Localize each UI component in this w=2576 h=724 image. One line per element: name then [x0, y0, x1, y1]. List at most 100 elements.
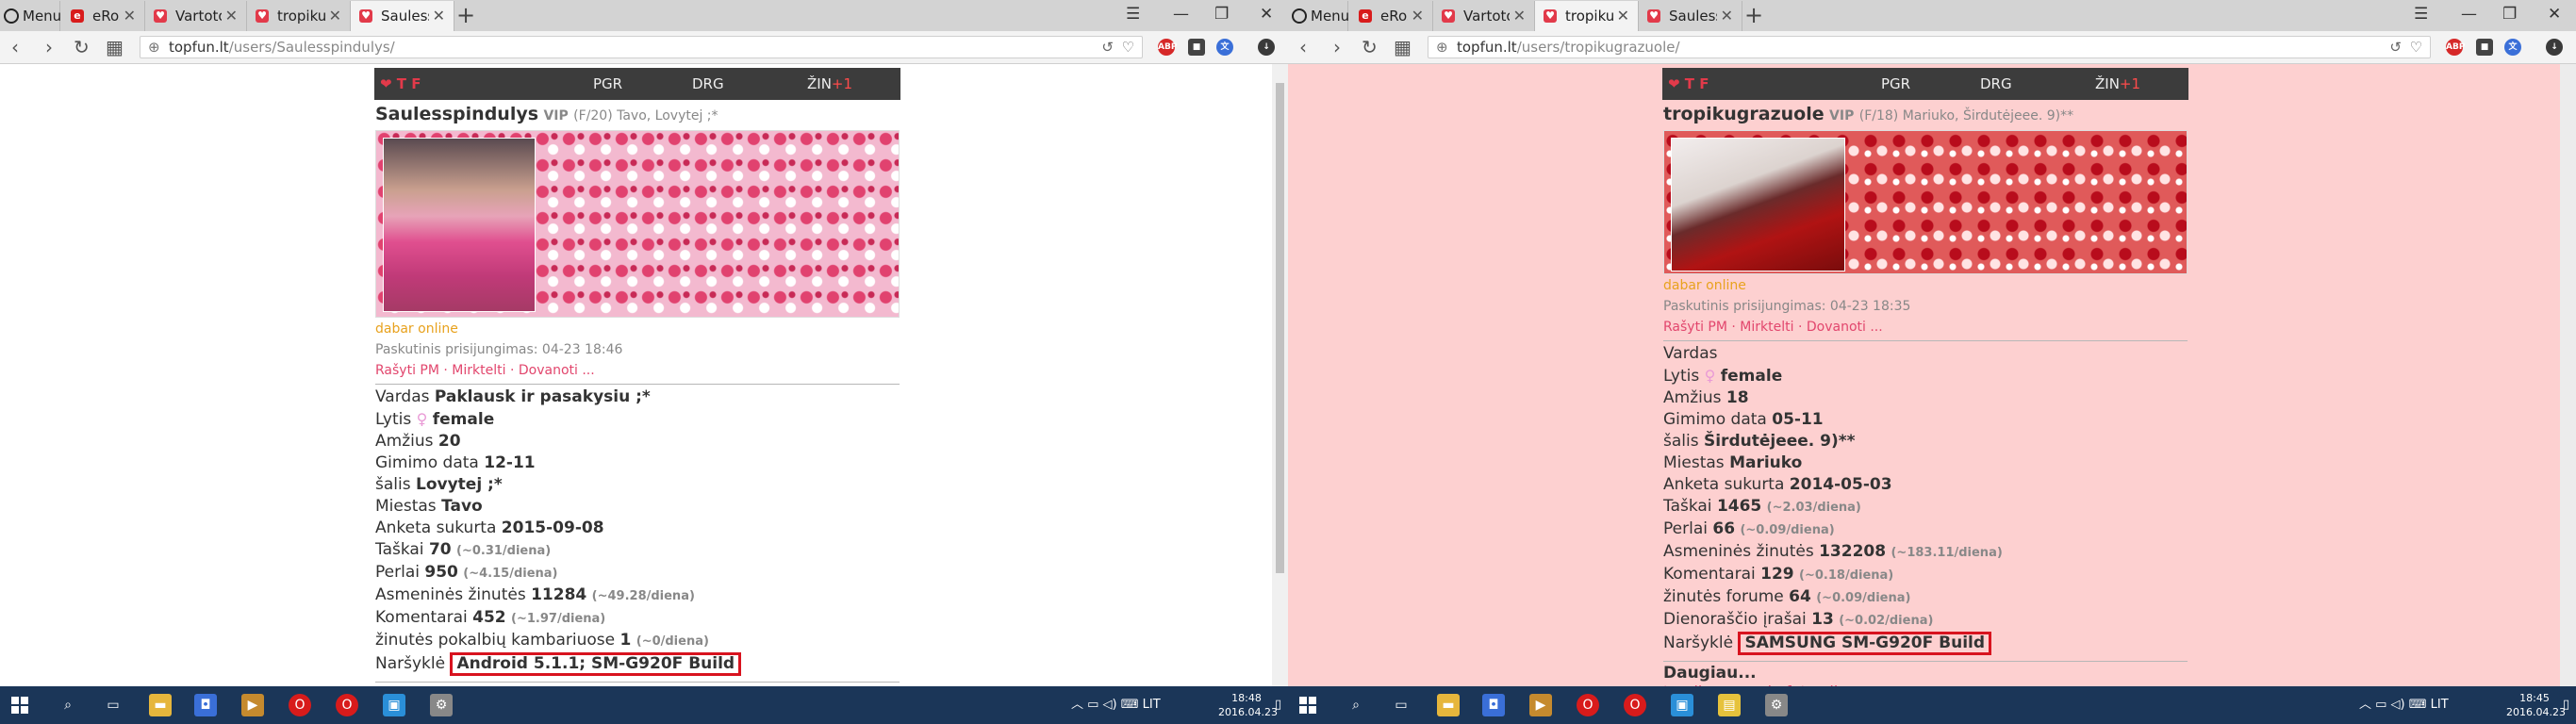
windows-start-icon[interactable] — [11, 697, 28, 714]
app-icon[interactable]: ▣ — [383, 694, 405, 716]
tab-close-icon[interactable]: ✕ — [124, 1, 136, 31]
taskbar-clock[interactable]: 18:45 2016.04.23 — [2506, 691, 2566, 719]
close-window-icon[interactable]: ✕ — [2548, 0, 2561, 28]
url-field[interactable]: ⊕ topfun.lt/users/Saulesspindulys/ ↺ ♡ — [140, 36, 1143, 58]
maximize-icon[interactable]: ❐ — [1214, 0, 1229, 28]
send-pm-link[interactable]: Rašyti PM — [1663, 320, 1727, 335]
page-reload-icon[interactable]: ↺ — [1101, 37, 1114, 58]
minimize-icon[interactable]: — — [1173, 0, 1189, 28]
bookmark-heart-icon[interactable]: ♡ — [1122, 37, 1134, 58]
more-link[interactable]: Daugiau... — [1663, 664, 2188, 683]
url-field[interactable]: ⊕ topfun.lt/users/tropikugrazuole/ ↺ ♡ — [1428, 36, 2431, 58]
profile-avatar[interactable] — [383, 138, 536, 312]
app-icon[interactable]: ▣ — [1671, 694, 1693, 716]
search-icon[interactable]: ⌕ — [57, 694, 79, 716]
opera-menu-button[interactable]: Menu — [1288, 1, 1349, 31]
browser-tab[interactable]: ♥ Vartotojai | Topfun Mobile✕ — [145, 1, 247, 31]
topfun-logo-icon[interactable]: ❤ T F — [1668, 68, 1709, 100]
tab-close-icon[interactable]: ✕ — [1412, 1, 1424, 31]
nav-pgr[interactable]: PGR — [593, 68, 622, 100]
page-scrollbar[interactable] — [2560, 64, 2576, 686]
new-tab-button[interactable]: + — [1744, 1, 1763, 29]
input-language[interactable]: LIT — [2431, 698, 2449, 712]
file-explorer-icon[interactable]: ▬ — [1437, 694, 1460, 716]
task-view-icon[interactable]: ▭ — [1390, 694, 1412, 716]
opera-taskbar-icon-2[interactable]: O — [336, 694, 358, 716]
nav-zin[interactable]: ŽIN+1 — [2095, 68, 2140, 100]
browser-tab[interactable]: ♥ Saulesspindulys profilis | T✕ — [351, 1, 454, 31]
reload-icon[interactable]: ↻ — [74, 31, 90, 63]
scrollbar-thumb[interactable] — [1276, 83, 1284, 573]
gift-link[interactable]: Dovanoti ... — [519, 363, 595, 378]
opera-taskbar-icon[interactable]: O — [1577, 694, 1599, 716]
tab-label: Saulesspindulys profilis | T — [1669, 8, 1717, 25]
back-icon[interactable]: ‹ — [1299, 31, 1307, 63]
topfun-logo-icon[interactable]: ❤ T F — [380, 68, 421, 100]
profile-avatar[interactable] — [1671, 138, 1845, 272]
opera-menu-button[interactable]: Menu — [0, 1, 61, 31]
media-icon[interactable]: ▶ — [241, 694, 264, 716]
nav-drg[interactable]: DRG — [1980, 68, 2012, 100]
forward-icon[interactable]: › — [45, 31, 53, 63]
settings-tool-icon[interactable]: ⚙ — [1765, 694, 1788, 716]
notification-icon[interactable]: ▯ — [2563, 686, 2569, 724]
tray-icons[interactable]: ︿ ▭ ◁) ⌨ — [1071, 698, 1143, 712]
tab-menu-icon[interactable]: ☰ — [1126, 0, 1140, 28]
forward-icon[interactable]: › — [1333, 31, 1341, 63]
tab-close-icon[interactable]: ✕ — [225, 1, 238, 31]
reload-icon[interactable]: ↻ — [1362, 31, 1378, 63]
tab-close-icon[interactable]: ✕ — [1513, 1, 1526, 31]
translate-icon[interactable]: 文 — [2504, 39, 2521, 56]
minimize-icon[interactable]: — — [2461, 0, 2477, 28]
search-icon[interactable]: ⌕ — [1345, 694, 1367, 716]
new-tab-button[interactable]: + — [456, 1, 475, 29]
gift-link[interactable]: Dovanoti ... — [1807, 320, 1883, 335]
opera-taskbar-icon-2[interactable]: O — [1624, 694, 1646, 716]
download-icon[interactable]: ↓ — [1258, 39, 1275, 56]
bookmark-heart-icon[interactable]: ♡ — [2410, 37, 2422, 58]
extension-square-icon[interactable]: ■ — [2476, 39, 2493, 56]
wink-link[interactable]: Mirktelti — [452, 363, 505, 378]
browser-tab[interactable]: e eRosx.lt - suaugusių pažin✕ — [62, 1, 145, 31]
page-reload-icon[interactable]: ↺ — [2389, 37, 2402, 58]
nav-drg[interactable]: DRG — [692, 68, 724, 100]
store-icon[interactable]: ◘ — [194, 694, 217, 716]
adblock-icon[interactable]: ABP — [2446, 39, 2465, 56]
notification-icon[interactable]: ▯ — [1275, 686, 1281, 724]
page-scrollbar[interactable] — [1272, 64, 1288, 686]
maximize-icon[interactable]: ❐ — [2502, 0, 2517, 28]
speed-dial-icon[interactable]: ▦ — [106, 31, 124, 63]
tab-close-icon[interactable]: ✕ — [433, 1, 445, 31]
send-pm-link[interactable]: Rašyti PM — [375, 363, 439, 378]
adblock-icon[interactable]: ABP — [1158, 39, 1177, 56]
nav-pgr[interactable]: PGR — [1881, 68, 1910, 100]
notes-icon[interactable]: ▤ — [1718, 694, 1741, 716]
download-icon[interactable]: ↓ — [2546, 39, 2563, 56]
taskbar-clock[interactable]: 18:48 2016.04.23 — [1218, 691, 1278, 719]
tab-close-icon[interactable]: ✕ — [1721, 1, 1733, 31]
tab-menu-icon[interactable]: ☰ — [2414, 0, 2428, 28]
browser-tab[interactable]: ♥ tropikugrazuole profilis | T✕ — [1535, 1, 1639, 31]
tray-icons[interactable]: ︿ ▭ ◁) ⌨ — [2359, 698, 2431, 712]
browser-tab[interactable]: ♥ tropikugrazuole profilis | T✕ — [247, 1, 351, 31]
opera-taskbar-icon[interactable]: O — [289, 694, 311, 716]
tab-close-icon[interactable]: ✕ — [1617, 1, 1629, 31]
tab-close-icon[interactable]: ✕ — [329, 1, 341, 31]
browser-tab[interactable]: ♥ Saulesspindulys profilis | T✕ — [1639, 1, 1742, 31]
windows-start-icon[interactable] — [1299, 697, 1316, 714]
nav-zin[interactable]: ŽIN+1 — [807, 68, 852, 100]
wink-link[interactable]: Mirktelti — [1740, 320, 1793, 335]
browser-tab[interactable]: e eRosx.lt - suaugusių pažin✕ — [1350, 1, 1433, 31]
task-view-icon[interactable]: ▭ — [102, 694, 124, 716]
browser-tab[interactable]: ♥ Vartotojai | Topfun Mobile✕ — [1433, 1, 1535, 31]
store-icon[interactable]: ◘ — [1482, 694, 1505, 716]
file-explorer-icon[interactable]: ▬ — [149, 694, 172, 716]
media-icon[interactable]: ▶ — [1529, 694, 1552, 716]
speed-dial-icon[interactable]: ▦ — [1394, 31, 1412, 63]
close-window-icon[interactable]: ✕ — [1260, 0, 1273, 28]
back-icon[interactable]: ‹ — [11, 31, 19, 63]
translate-icon[interactable]: 文 — [1216, 39, 1233, 56]
input-language[interactable]: LIT — [1143, 698, 1161, 712]
extension-square-icon[interactable]: ■ — [1188, 39, 1205, 56]
settings-tool-icon[interactable]: ⚙ — [430, 694, 453, 716]
